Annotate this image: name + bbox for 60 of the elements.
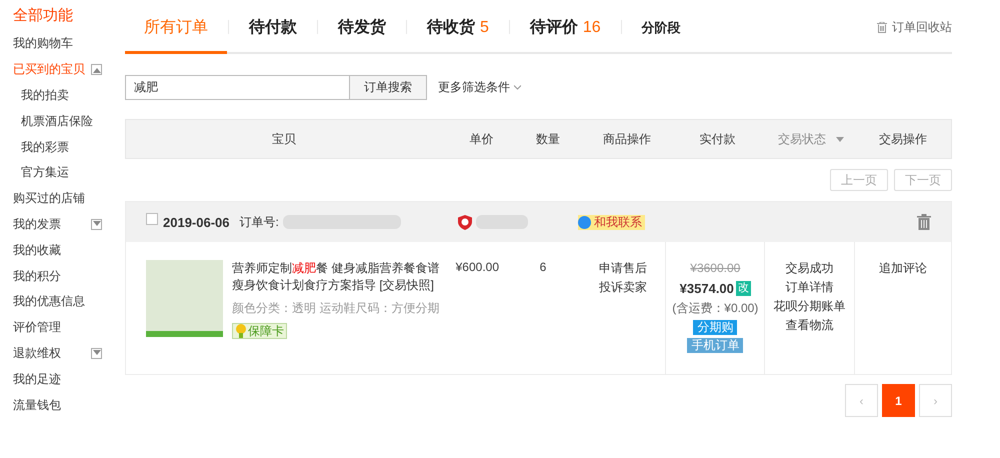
order-tab[interactable]: 待付款 [230,2,316,54]
sidebar-item[interactable]: 退款维权 [13,344,61,362]
sidebar-heading: 全部功能 [13,6,74,26]
modified-price-badge: 改 [736,281,751,296]
column-header: 数量 [536,130,560,148]
trash-icon[interactable] [917,214,931,230]
order-tab[interactable]: 待收货 5 [408,2,508,54]
order-action-link[interactable]: 追加评论 [879,260,928,277]
recycle-bin-link[interactable]: 订单回收站 [877,18,952,36]
toggle-icon[interactable] [91,64,102,76]
sidebar-item[interactable]: 我的购物车 [13,35,73,52]
trash-icon [877,22,887,32]
more-filters-link[interactable]: 更多筛选条件 [438,79,521,96]
item-action-link[interactable]: 申请售后 [598,260,647,277]
order-status-link[interactable]: 查看物流 [786,317,834,334]
shipping-note: (含运费：¥0.00) [672,300,758,317]
chevron-down-icon[interactable] [514,85,521,90]
order-status-link[interactable]: 交易成功 [786,260,834,277]
sidebar-item[interactable]: 我的收藏 [13,242,61,259]
shield-icon [458,214,472,230]
search-button[interactable]: 订单搜索 [350,75,427,100]
column-header: 交易操作 [879,130,928,148]
sidebar-item[interactable]: 评价管理 [13,319,61,336]
product-title-link[interactable]: 营养师定制减肥餐 健身减脂营养餐食谱瘦身饮食计划食疗方案指导 [交易快照] [232,260,442,294]
column-header: 商品操作 [602,130,651,148]
order-tag: 分期购 [693,320,738,335]
order-tag: 手机订单 [687,338,744,353]
toggle-icon[interactable] [91,218,102,230]
sidebar-item[interactable]: 我的足迹 [13,370,61,388]
order-number-label: 订单号: [240,214,279,230]
product-spec: 颜色分类：透明 运动鞋尺码：方便分期 [232,300,440,317]
checkbox[interactable] [146,213,158,225]
sidebar-item[interactable]: 我的发票 [13,216,61,233]
order-tab[interactable]: 待评价 16 [510,2,620,54]
sidebar-item[interactable]: 购买过的店铺 [13,190,85,208]
search-field[interactable]: 减肥 [125,75,350,100]
sidebar-subitem[interactable]: 我的彩票 [21,138,69,156]
column-header: 宝贝 [272,130,296,148]
sidebar-subitem[interactable]: 官方集运 [21,164,69,182]
order-tab[interactable]: 分阶段 [622,2,700,54]
toggle-icon[interactable] [91,348,102,359]
column-header: 单价 [469,130,494,148]
paid-amount: ¥3574.00 [680,280,734,297]
dropdown-icon[interactable] [836,136,844,142]
sidebar-subitem[interactable]: 我的拍卖 [21,86,69,104]
unit-price: ¥600.00 [456,260,500,274]
original-price: ¥3600.00 [690,260,740,277]
product-image-placeholder[interactable] [146,260,223,337]
contact-seller-badge[interactable]: 和我联系 [578,214,645,230]
quantity: 6 [540,260,546,274]
sidebar-subitem[interactable]: 机票酒店保险 [21,112,93,130]
order-tab[interactable]: 待发货 [319,2,405,54]
column-header: 实付款 [700,130,736,148]
order-status-link[interactable]: 花呗分期账单 [774,298,846,315]
sidebar-item[interactable]: 我的积分 [13,268,61,285]
sidebar-item[interactable]: 我的优惠信息 [13,293,85,310]
order-date: 2019-06-06 [163,214,230,230]
item-action-link[interactable]: 投诉卖家 [598,279,647,296]
sidebar-item[interactable]: 流量钱包 [13,396,61,414]
order-status-link[interactable]: 订单详情 [786,279,834,296]
